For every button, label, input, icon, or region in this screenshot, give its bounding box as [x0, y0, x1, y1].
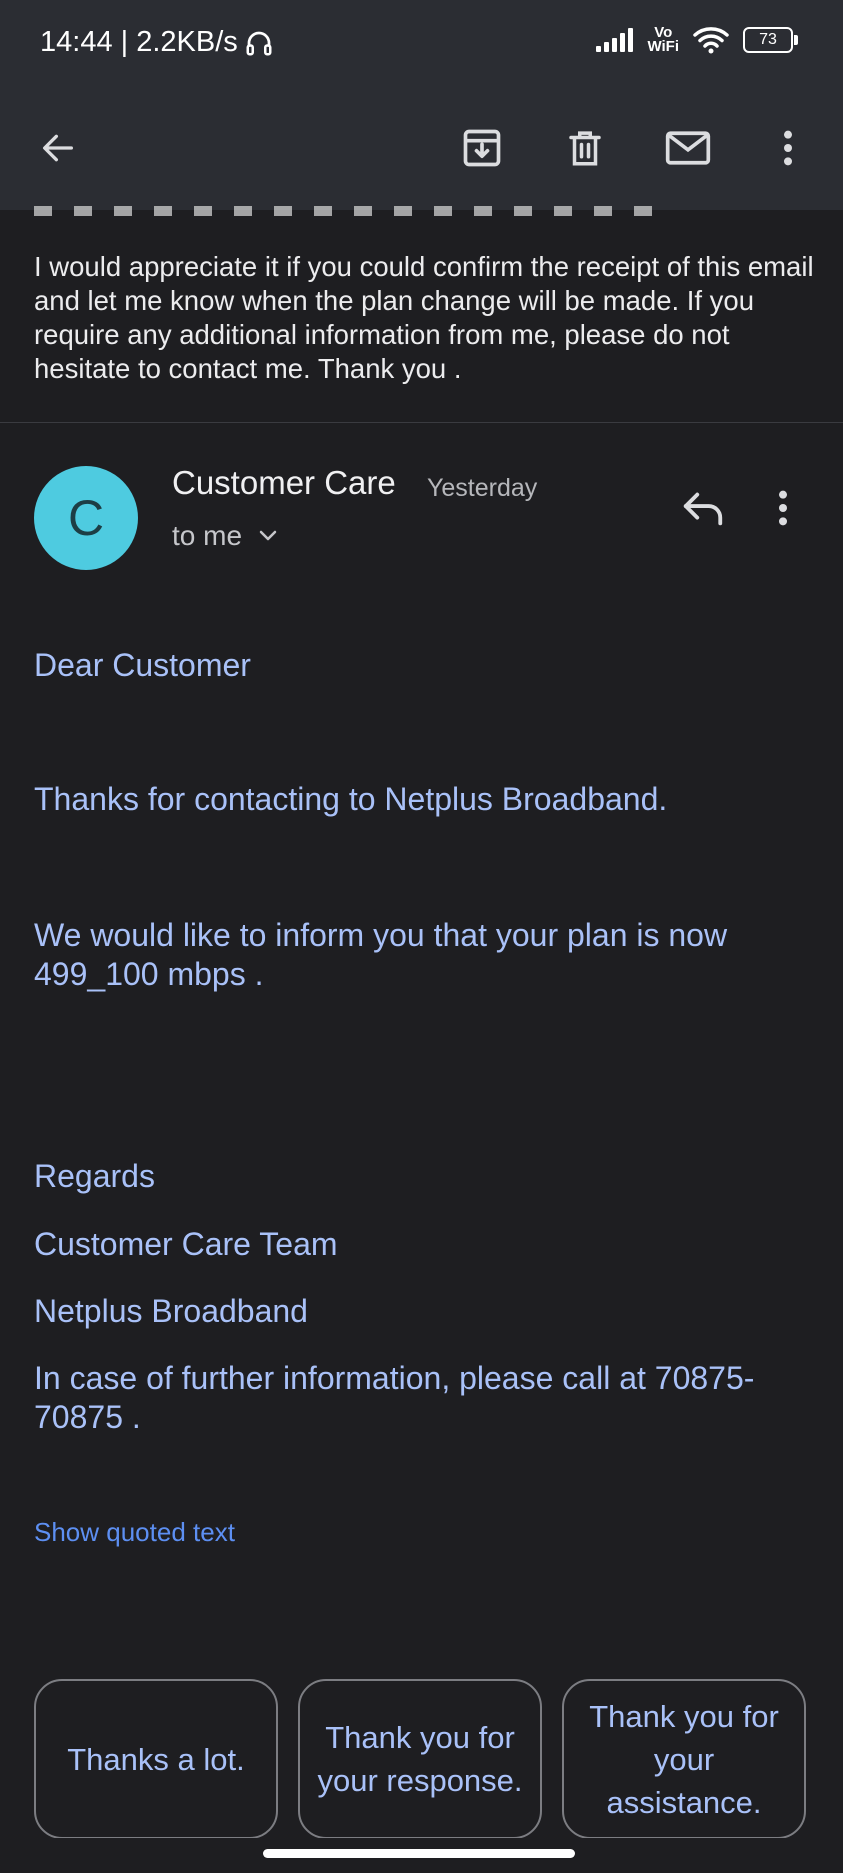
home-gesture-bar[interactable] [263, 1849, 575, 1858]
archive-icon [463, 129, 501, 167]
sender-name: Customer Care [172, 464, 396, 501]
signal-icon [596, 28, 634, 52]
status-time: 14:44 | 2.2KB/s [40, 26, 238, 58]
avatar[interactable]: C [34, 466, 138, 570]
status-time-and-speed: 14:44 | 2.2KB/s [40, 26, 274, 59]
recipient-label: to me [172, 520, 243, 551]
signature-team: Customer Care Team [34, 1226, 338, 1262]
headphones-icon [246, 31, 272, 55]
signature-company: Netplus Broadband [34, 1293, 308, 1329]
arrow-left-icon [43, 134, 74, 162]
reply-button[interactable] [680, 488, 732, 540]
top-app-bar [0, 90, 843, 210]
archive-button[interactable] [454, 120, 510, 176]
body-line-plan: We would like to inform you that your pl… [34, 917, 728, 992]
smart-reply-chip[interactable]: Thank you for your response. [298, 1679, 542, 1839]
vowifi-icon: Vo WiFi [647, 24, 679, 55]
regards: Regards [34, 1158, 155, 1194]
reply-icon [683, 492, 723, 526]
chevron-down-icon [259, 530, 277, 541]
back-button[interactable] [30, 120, 86, 176]
wifi-icon [693, 27, 729, 54]
more-options-button[interactable] [760, 120, 816, 176]
greeting: Dear Customer [34, 647, 251, 683]
clipped-text-line [34, 206, 654, 216]
body-line-thanks: Thanks for contacting to Netplus Broadba… [34, 781, 668, 817]
delete-button[interactable] [557, 120, 613, 176]
status-bar: 14:44 | 2.2KB/s Vo WiFi 73 [0, 0, 843, 90]
recipient-details-toggle[interactable]: to me [172, 520, 278, 552]
status-indicators: Vo WiFi 73 [596, 24, 798, 55]
contact-info: In case of further information, please c… [34, 1360, 755, 1435]
message-more-button[interactable] [776, 488, 816, 540]
battery-icon: 73 [743, 27, 798, 53]
show-quoted-text-link[interactable]: Show quoted text [34, 1517, 235, 1548]
mail-icon [665, 131, 711, 165]
previous-message-body: I would appreciate it if you could confi… [34, 251, 814, 384]
more-vertical-icon [779, 490, 787, 526]
more-vertical-icon [784, 130, 792, 166]
smart-reply-chip[interactable]: Thanks a lot. [34, 1679, 278, 1839]
previous-message[interactable]: I would appreciate it if you could confi… [0, 206, 843, 423]
message-time: Yesterday [427, 474, 538, 502]
message-header[interactable]: C Customer Care Yesterday to me [0, 422, 843, 582]
mark-unread-button[interactable] [660, 120, 716, 176]
smart-reply-chip[interactable]: Thank you for your assistance. [562, 1679, 806, 1839]
trash-icon [569, 131, 601, 166]
